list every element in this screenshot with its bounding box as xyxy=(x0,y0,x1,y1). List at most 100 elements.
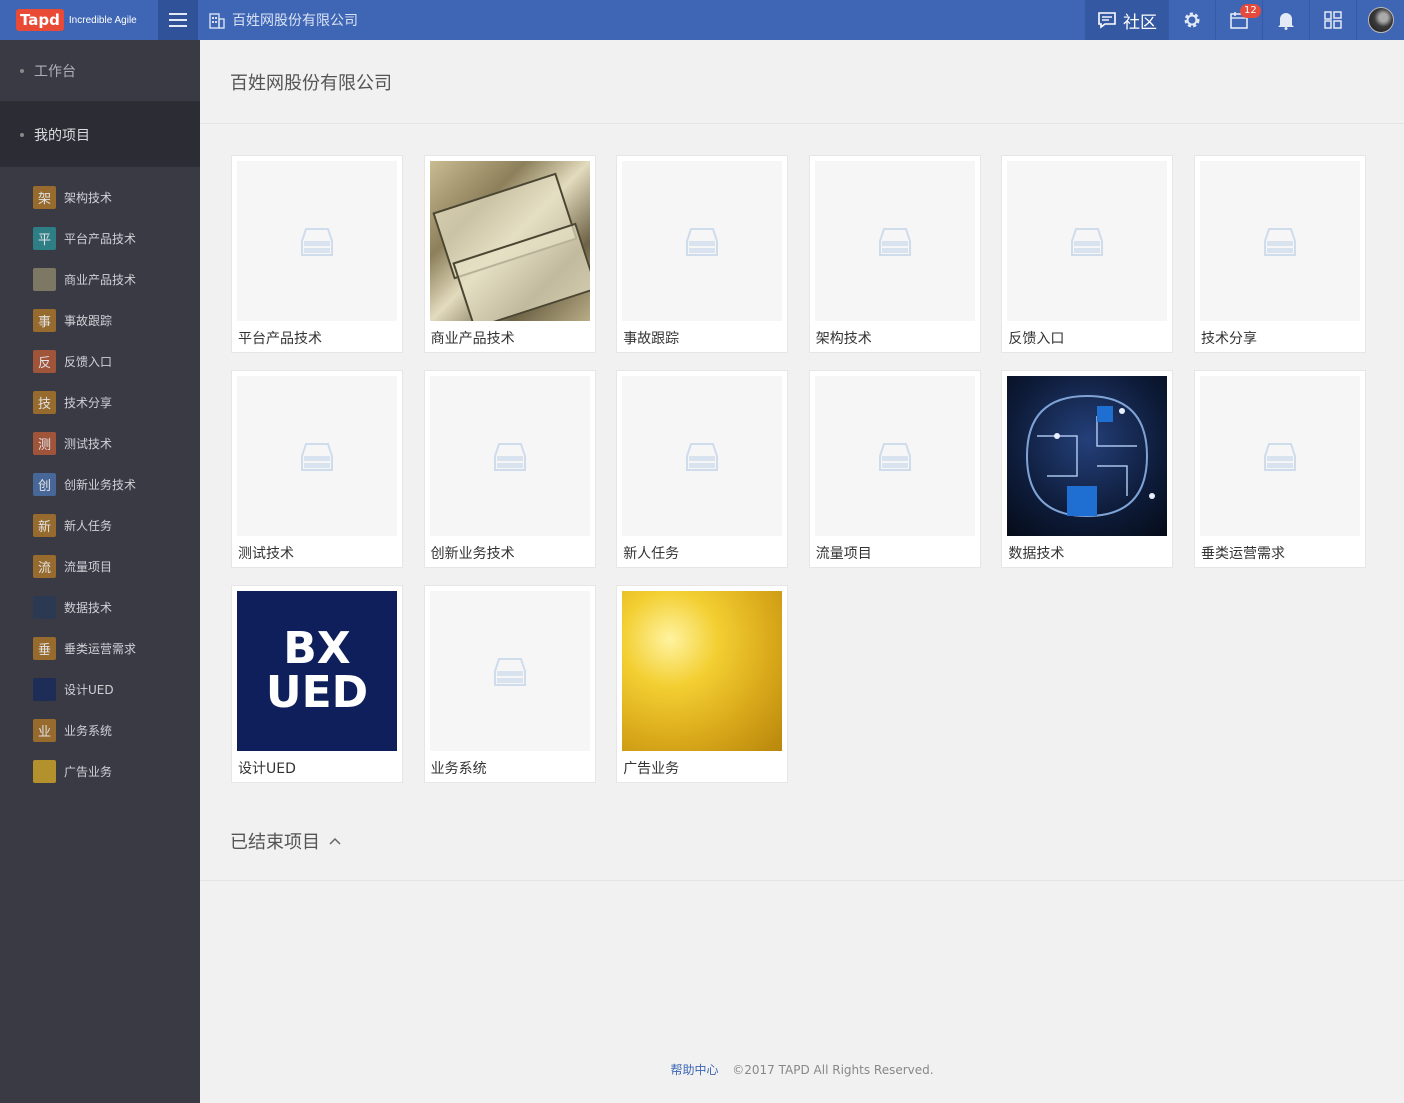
ued-logo-line: BX xyxy=(283,623,351,674)
company-name: 百姓网股份有限公司 xyxy=(232,13,358,29)
project-card[interactable]: 技术分享 xyxy=(1194,155,1366,353)
sidebar-project-list: 架架构技术平平台产品技术 商业产品技术事事故跟踪反反馈入口技技术分享测测试技术创创… xyxy=(0,167,200,792)
project-card[interactable]: 反馈入口 xyxy=(1001,155,1174,353)
sidebar-project-item[interactable]: 架架构技术 xyxy=(0,177,200,218)
tapd-logo[interactable]: Tapd Incredible Agile xyxy=(0,0,158,40)
project-card[interactable]: 垂类运营需求 xyxy=(1194,370,1366,568)
project-card-name: 技术分享 xyxy=(1201,331,1257,347)
project-card[interactable]: 业务系统 xyxy=(423,585,596,783)
project-card-name: 商业产品技术 xyxy=(430,331,515,347)
project-thumbnail xyxy=(429,591,590,751)
notification-badge: 12 xyxy=(1240,4,1261,18)
project-card[interactable]: 新人任务 xyxy=(616,370,789,568)
building-icon xyxy=(209,13,225,29)
sidebar-project-label: 架构技术 xyxy=(64,191,113,205)
project-card[interactable]: 广告业务 xyxy=(616,585,789,783)
project-card[interactable]: 平台产品技术 xyxy=(231,155,403,353)
project-thumbnail: BX UED xyxy=(237,591,397,751)
project-card-name: 测试技术 xyxy=(238,546,294,562)
project-thumbnail xyxy=(237,376,397,536)
project-card-name: 平台产品技术 xyxy=(238,331,322,347)
project-placeholder-icon xyxy=(1264,228,1296,256)
sidebar-project-item[interactable]: 垂垂类运营需求 xyxy=(0,628,200,669)
community-label: 社区 xyxy=(1123,12,1157,33)
apps-button[interactable] xyxy=(1309,0,1356,40)
project-thumbnail xyxy=(622,591,783,751)
sidebar-project-item[interactable]: 技技术分享 xyxy=(0,382,200,423)
notifications-button[interactable] xyxy=(1262,0,1309,40)
project-avatar-icon: 反 xyxy=(33,350,56,373)
sidebar-project-label: 设计UED xyxy=(64,683,114,697)
project-placeholder-icon xyxy=(878,443,911,471)
project-placeholder-icon xyxy=(301,228,333,256)
sidebar-project-label: 测试技术 xyxy=(64,437,113,451)
ended-projects-toggle[interactable]: 已结束项目 xyxy=(230,828,342,854)
project-avatar-icon: 垂 xyxy=(33,637,56,660)
sidebar-project-label: 广告业务 xyxy=(64,765,113,779)
sidebar-project-item[interactable]: 设计UED xyxy=(0,669,200,710)
sidebar-section-my-projects[interactable]: 我的项目 xyxy=(0,102,200,167)
project-card-name: 设计UED xyxy=(238,761,296,777)
project-thumbnail xyxy=(237,161,397,321)
help-center-link[interactable]: 帮助中心 xyxy=(670,1063,718,1077)
sidebar-project-label: 反馈入口 xyxy=(64,355,113,369)
project-card-name: 垂类运营需求 xyxy=(1201,546,1285,562)
sidebar-project-item[interactable]: 流流量项目 xyxy=(0,546,200,587)
chat-icon xyxy=(1098,12,1116,29)
project-thumbnail xyxy=(1200,376,1360,536)
project-card[interactable]: 事故跟踪 xyxy=(616,155,789,353)
sidebar-project-item[interactable]: 商业产品技术 xyxy=(0,259,200,300)
chevron-up-icon xyxy=(329,837,341,845)
sidebar-project-item[interactable]: 测测试技术 xyxy=(0,423,200,464)
ued-logo-line: UED xyxy=(265,667,369,718)
gear-icon xyxy=(1184,12,1200,28)
sidebar-project-item[interactable]: 平平台产品技术 xyxy=(0,218,200,259)
sidebar-project-item[interactable]: 数据技术 xyxy=(0,587,200,628)
project-placeholder-icon xyxy=(1071,228,1104,256)
settings-button[interactable] xyxy=(1168,0,1215,40)
project-placeholder-icon xyxy=(493,443,526,471)
sidebar-item-workbench[interactable]: 工作台 xyxy=(0,40,200,102)
logo-tagline: Incredible Agile xyxy=(68,14,137,26)
community-button[interactable]: 社区 xyxy=(1085,0,1168,40)
bullet-icon xyxy=(20,132,24,137)
sidebar-project-item[interactable]: 业业务系统 xyxy=(0,710,200,751)
sidebar-project-item[interactable]: 事事故跟踪 xyxy=(0,300,200,341)
project-thumbnail xyxy=(1007,161,1168,321)
project-card[interactable]: 商业产品技术 xyxy=(423,155,596,353)
project-card[interactable]: BX UED 设计UED xyxy=(231,585,403,783)
project-avatar-icon: 平 xyxy=(33,227,56,250)
menu-icon xyxy=(169,13,187,15)
project-avatar-icon xyxy=(33,678,56,701)
calendar-button[interactable]: 12 xyxy=(1215,0,1262,40)
sidebar-project-item[interactable]: 新新人任务 xyxy=(0,505,200,546)
sidebar-project-label: 业务系统 xyxy=(64,724,113,738)
sidebar-project-item[interactable]: 广告业务 xyxy=(0,751,200,792)
project-avatar-icon: 流 xyxy=(33,555,56,578)
project-avatar-icon: 技 xyxy=(33,391,56,414)
project-placeholder-icon xyxy=(301,443,333,471)
sidebar-project-item[interactable]: 创创新业务技术 xyxy=(0,464,200,505)
project-placeholder-icon xyxy=(686,443,719,471)
project-card-name: 广告业务 xyxy=(623,761,680,777)
project-avatar-icon xyxy=(33,596,56,619)
bell-icon xyxy=(1278,13,1294,30)
sidebar-project-label: 商业产品技术 xyxy=(64,273,137,287)
sidebar-project-item[interactable]: 反反馈入口 xyxy=(0,341,200,382)
project-card[interactable]: 数据技术 xyxy=(1001,370,1174,568)
sidebar-project-label: 新人任务 xyxy=(64,519,113,533)
project-thumbnail xyxy=(622,161,783,321)
sidebar-project-label: 技术分享 xyxy=(64,396,113,410)
company-switcher[interactable]: 百姓网股份有限公司 xyxy=(208,10,358,30)
project-thumbnail xyxy=(429,376,590,536)
avatar xyxy=(1367,7,1394,33)
project-card[interactable]: 流量项目 xyxy=(808,370,981,568)
project-card[interactable]: 创新业务技术 xyxy=(423,370,596,568)
menu-toggle-button[interactable] xyxy=(158,0,198,40)
copyright-text: ©2017 TAPD All Rights Reserved. xyxy=(732,1063,934,1077)
user-menu-button[interactable] xyxy=(1356,0,1404,40)
project-avatar-icon: 测 xyxy=(33,432,56,455)
sidebar-project-label: 平台产品技术 xyxy=(64,232,137,246)
project-card[interactable]: 架构技术 xyxy=(808,155,981,353)
project-card[interactable]: 测试技术 xyxy=(231,370,403,568)
